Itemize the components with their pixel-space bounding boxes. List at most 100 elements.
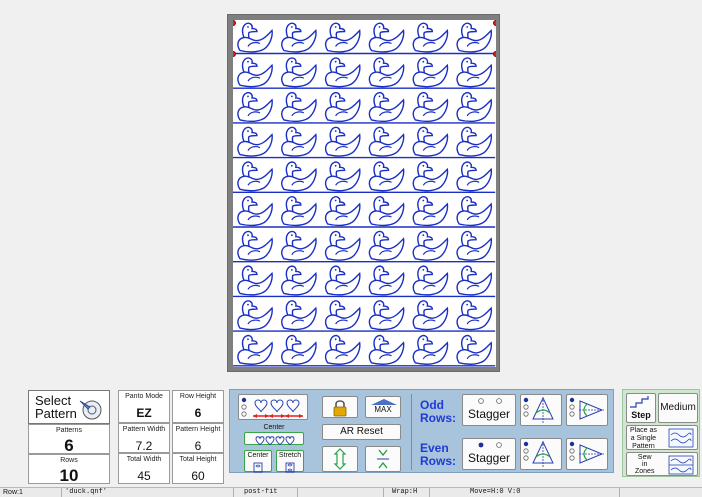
patterns-value: 6 (64, 436, 74, 455)
pattern-height-box[interactable]: Pattern Height 6 (172, 423, 224, 453)
expand-vertical-icon (333, 448, 347, 470)
duck-motif (362, 300, 409, 332)
duck-motif (275, 161, 321, 194)
status-bar: Row:1 'duck.qnf' post-fit Wrap:H Move=H:… (0, 487, 702, 497)
ar-reset-button[interactable]: AR Reset (322, 424, 401, 440)
duck-motif (406, 196, 453, 228)
duck-motif (233, 230, 277, 263)
panto-mode-box[interactable]: Panto Mode EZ (118, 390, 170, 423)
duck-motif (275, 300, 321, 332)
duck-motif (318, 196, 365, 228)
pattern-width-box[interactable]: Pattern Width 7.2 (118, 423, 170, 453)
lock-aspect-button[interactable] (322, 396, 358, 418)
center-pattern-button[interactable] (244, 432, 304, 446)
bottom-toolbar: Select Pattern Patterns 6 Rows 10 Panto … (0, 386, 702, 486)
status-move: Move=H:0 V:0 (430, 488, 620, 497)
odd-rows-label-2: Rows: (420, 411, 456, 425)
duck-motif (275, 22, 321, 55)
hearts-spacing-icon (241, 397, 303, 418)
rows-count-label: Rows (60, 457, 78, 464)
duck-motif (450, 57, 496, 89)
max-label: MAX (374, 405, 392, 414)
place-single-label: Place as a Single Pattern (630, 427, 657, 451)
even-rows-stagger-label: Stagger (467, 451, 511, 465)
max-size-button[interactable]: MAX (365, 396, 401, 418)
even-rows-mirror-button[interactable] (520, 438, 562, 470)
even-rows-flip-button[interactable] (566, 438, 608, 470)
even-mirror-icon (523, 440, 554, 467)
rows-count-value: 10 (59, 466, 79, 485)
stretch-button[interactable]: Stretch (276, 450, 304, 473)
odd-rows-flip-button[interactable] (566, 394, 608, 426)
sew-zones-label-2: in (642, 461, 648, 468)
sew-zones-label: Sew in Zones (635, 454, 654, 475)
center-label: Center (263, 424, 285, 431)
odd-rows-mirror-button[interactable] (520, 394, 562, 426)
duck-motif (450, 126, 496, 159)
duck-motif (318, 126, 365, 159)
hearts-spacing-button[interactable] (238, 394, 308, 420)
quilt-canvas[interactable] (233, 20, 496, 367)
status-file: 'duck.qnf' (62, 488, 234, 497)
rows-divider (411, 394, 412, 470)
odd-mirror-icon (523, 396, 554, 423)
duck-motif (406, 230, 453, 263)
duck-motif (275, 334, 321, 367)
duck-motif (275, 57, 321, 89)
select-pattern-button[interactable]: Select Pattern (28, 390, 110, 424)
duck-motif (318, 161, 365, 194)
duck-motif (406, 334, 453, 367)
duck-motif (275, 230, 321, 263)
odd-rows-stagger-button[interactable]: Stagger (462, 394, 516, 426)
total-height-box[interactable]: Total Height 60 (172, 453, 224, 484)
even-rows-stagger-button[interactable]: Stagger (462, 438, 516, 470)
row-height-value: 6 (194, 406, 202, 420)
expand-vertical-button[interactable] (322, 446, 358, 472)
duck-motif (450, 230, 496, 263)
total-width-label: Total Width (126, 456, 162, 463)
odd-rows-label: Odd Rows: (420, 399, 456, 425)
duck-motif (406, 57, 453, 89)
sew-zones-label-1: Sew (637, 454, 652, 461)
duck-motif (450, 265, 496, 298)
duck-motif (233, 196, 277, 228)
duck-motif (362, 196, 409, 228)
row-height-box[interactable]: Row Height 6 (172, 390, 224, 423)
patterns-count-box: Patterns 6 (28, 424, 110, 455)
even-rows-label: Even Rows: (420, 442, 456, 468)
corner-handle-top-right[interactable] (493, 20, 496, 26)
panto-mode-value: EZ (136, 406, 152, 420)
pattern-height-label: Pattern Height (175, 426, 221, 433)
total-width-value: 45 (137, 469, 151, 483)
lock-icon (333, 400, 347, 417)
stretch-icon (285, 462, 295, 473)
sew-in-zones-button[interactable]: Sew in Zones (626, 452, 698, 476)
duck-motif (318, 22, 365, 55)
duck-motif (406, 265, 453, 298)
duck-motif (233, 22, 277, 55)
center-vertical-button[interactable]: Center (244, 450, 272, 473)
panto-mode-label: Panto Mode (125, 393, 163, 400)
layout-controls-panel: MAX Center AR Reset Center Stretch Odd R… (229, 389, 614, 473)
shrink-vertical-button[interactable] (365, 446, 401, 472)
duck-motif (233, 91, 277, 124)
duck-motif (275, 91, 321, 124)
total-width-box[interactable]: Total Width 45 (118, 453, 170, 484)
row-height-label: Row Height (179, 393, 217, 400)
place-single-label-1: Place as (630, 427, 657, 434)
duck-motif (406, 22, 453, 55)
duck-pattern-grid (233, 22, 496, 367)
select-pattern-label-2: Pattern (35, 406, 77, 421)
medium-speed-button[interactable]: Medium (658, 393, 698, 423)
place-single-pattern-button[interactable]: Place as a Single Pattern (626, 425, 698, 450)
duck-motif-grid (233, 22, 496, 367)
corner-handle-mid-right[interactable] (493, 51, 496, 57)
duck-motif (450, 300, 496, 332)
odd-flip-icon (569, 397, 604, 420)
status-fit: post-fit (234, 488, 298, 497)
status-empty-1 (298, 488, 384, 497)
pattern-width-label: Pattern Width (122, 426, 166, 433)
duck-motif (362, 334, 409, 367)
step-stairs-icon (630, 396, 649, 408)
step-button[interactable]: Step (626, 393, 656, 423)
